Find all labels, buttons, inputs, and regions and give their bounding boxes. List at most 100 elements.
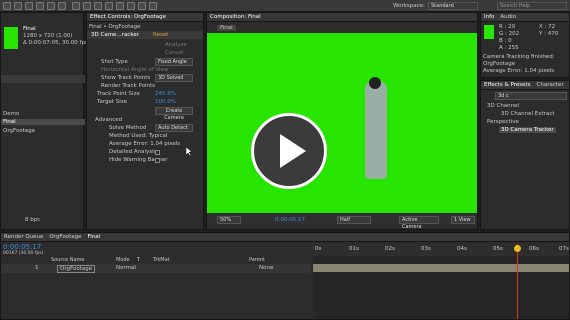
col-source-name: Source Name: [51, 257, 85, 263]
zoom-tool-icon[interactable]: [25, 2, 33, 10]
show-track-points-select[interactable]: 3D Solved: [155, 74, 193, 82]
pen-tool-icon[interactable]: [83, 2, 91, 10]
tab-comp-final[interactable]: Final: [217, 25, 236, 31]
rotate-tool-icon[interactable]: [36, 2, 44, 10]
cancel-button[interactable]: Cancel: [165, 50, 184, 56]
tab-composition[interactable]: Composition: Final: [210, 14, 261, 20]
info-y: Y : 470: [539, 31, 559, 37]
tab-character[interactable]: Character: [537, 82, 564, 88]
info-g: G : 202: [499, 31, 520, 37]
tab-effect-controls[interactable]: Effect Controls: OrgFootage: [90, 14, 166, 20]
play-icon: [280, 134, 306, 168]
selection-tool-icon[interactable]: [3, 2, 11, 10]
ruler-tick: 07s: [559, 246, 569, 252]
layer-mode[interactable]: Normal: [116, 265, 136, 271]
table-row[interactable]: 1 OrgFootage Normal None: [1, 264, 311, 273]
render-track-points-label: Render Track Points: [101, 83, 155, 89]
layer-bar[interactable]: [313, 264, 569, 272]
ruler-tick: 02s: [385, 246, 395, 252]
track-point-size-label: Track Point Size: [97, 91, 140, 97]
workspace-select[interactable]: Standard: [428, 2, 478, 10]
type-tool-icon[interactable]: [94, 2, 102, 10]
shot-type-label: Shot Type: [101, 59, 128, 65]
project-list-item[interactable]: Demo: [3, 111, 19, 117]
composition-viewer[interactable]: [207, 33, 477, 213]
average-error-text: Average Error: 1.04 pixels: [109, 141, 181, 147]
col-parent: Parent: [249, 257, 266, 263]
solve-method-select[interactable]: Auto Detect: [155, 124, 193, 132]
time-ruler[interactable]: 0s 01s 02s 03s 04s 05s 06s 07s: [313, 244, 569, 256]
detailed-analysis-label: Detailed Analysis: [109, 149, 157, 155]
tab-effects-presets[interactable]: Effects & Presets: [484, 82, 531, 88]
effect-name[interactable]: 3D Came...racker: [91, 32, 139, 38]
info-a: A : 255: [499, 45, 519, 51]
tab-audio[interactable]: Audio: [500, 14, 516, 20]
method-used-text: Method Used: Typical: [109, 133, 168, 139]
effects-search-input[interactable]: 3d c: [495, 92, 567, 100]
roto-tool-icon[interactable]: [138, 2, 146, 10]
info-message-1: Camera Tracking finished:: [483, 54, 555, 60]
project-list-item[interactable]: OrgFootage: [3, 128, 35, 134]
rectangle-tool-icon[interactable]: [72, 2, 80, 10]
playhead[interactable]: [517, 244, 518, 319]
info-r: R : 29: [499, 24, 516, 30]
pan-behind-tool-icon[interactable]: [58, 2, 66, 10]
track-point-size-value[interactable]: 245.6%: [155, 91, 176, 97]
advanced-group[interactable]: Advanced: [95, 117, 122, 123]
effects-presets-panel: Effects & Presets Character 3d c 3D Chann…: [480, 80, 570, 230]
camera-view-select[interactable]: Active Camera: [399, 216, 439, 230]
project-list-item[interactable]: Final: [1, 119, 85, 125]
ruler-tick: 03s: [421, 246, 431, 252]
brush-tool-icon[interactable]: [105, 2, 113, 10]
eraser-tool-icon[interactable]: [127, 2, 135, 10]
tab-orgfootage[interactable]: OrgFootage: [49, 234, 81, 240]
tab-final[interactable]: Final: [88, 234, 101, 240]
analyze-button[interactable]: Analyze: [165, 42, 187, 48]
clone-tool-icon[interactable]: [116, 2, 124, 10]
info-b: B : 0: [499, 38, 512, 44]
target-size-label: Target Size: [97, 99, 128, 105]
hide-warning-banner-checkbox[interactable]: [155, 158, 160, 163]
play-button[interactable]: [251, 113, 327, 189]
col-mode: Mode: [116, 257, 130, 263]
playhead-handle[interactable]: [514, 245, 521, 252]
project-panel: Final 1280 x 720 (1.00) Δ 0:00:07:05, 30…: [0, 12, 88, 230]
info-x: X : 72: [539, 24, 556, 30]
resolution-select[interactable]: Half: [337, 216, 371, 224]
col-t: T: [137, 257, 141, 263]
breadcrumb: Final • OrgFootage: [89, 24, 141, 30]
project-item-duration: Δ 0:00:07:05, 30.00 fps: [23, 40, 88, 46]
camera-tool-icon[interactable]: [47, 2, 55, 10]
create-camera-button[interactable]: Create Camera: [155, 107, 193, 121]
ruler-tick: 0s: [315, 246, 322, 252]
puppet-tool-icon[interactable]: [149, 2, 157, 10]
bpc-label[interactable]: 8 bpc: [25, 217, 40, 223]
timeline-timecode[interactable]: 0:00:05:17: [3, 243, 41, 251]
layer-name[interactable]: OrgFootage: [57, 265, 96, 273]
tools-toolbar: Workspace: Standard Search Help: [0, 0, 570, 12]
project-item-name: Final: [23, 26, 36, 32]
target-size-value[interactable]: 100.0%: [155, 99, 176, 105]
tab-render-queue[interactable]: Render Queue: [4, 234, 43, 240]
effect-controls-panel: Effect Controls: OrgFootage Final • OrgF…: [86, 12, 204, 230]
hand-tool-icon[interactable]: [14, 2, 22, 10]
effects-category[interactable]: Perspective: [487, 119, 519, 125]
view-layout-select[interactable]: 1 View: [451, 216, 475, 224]
timeline-tracks[interactable]: 0s 01s 02s 03s 04s 05s 06s 07s: [313, 244, 569, 319]
project-list: Demo Final OrgFootage: [1, 111, 85, 147]
show-track-points-label: Show Track Points: [101, 75, 151, 81]
layer-parent[interactable]: None: [259, 265, 273, 271]
effects-category[interactable]: 3D Channel: [487, 103, 519, 109]
workspace-label: Workspace:: [393, 3, 425, 9]
tab-info[interactable]: Info: [484, 14, 494, 20]
search-help-input[interactable]: Search Help: [497, 2, 567, 10]
effects-item-selected[interactable]: 3D Camera Tracker: [499, 127, 556, 133]
zoom-select[interactable]: 50%: [217, 216, 241, 224]
project-search-input[interactable]: [1, 75, 85, 83]
comp-timecode[interactable]: 0:00:05:17: [275, 217, 305, 223]
effects-item[interactable]: 3D Channel Extract: [501, 111, 555, 117]
reset-button[interactable]: Reset: [153, 32, 168, 38]
shot-type-select[interactable]: Fixed Angle: [155, 58, 193, 66]
detailed-analysis-checkbox[interactable]: [155, 150, 160, 155]
subject-figure: [365, 81, 387, 179]
